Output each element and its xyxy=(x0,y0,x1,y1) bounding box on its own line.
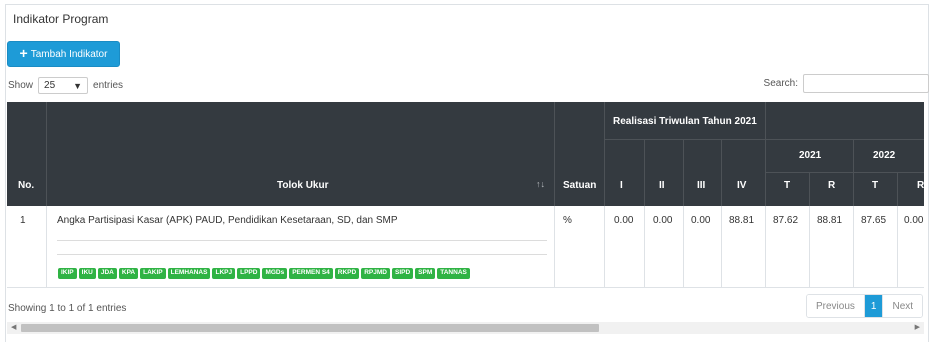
tag-badge: SIPD xyxy=(391,268,414,279)
show-label: Show xyxy=(8,80,34,91)
chevron-down-icon: ▼ xyxy=(73,80,83,91)
card-title: Indikator Program xyxy=(13,12,109,26)
tag-badge: LEMHANAS xyxy=(167,268,211,279)
header-year-2022: 2022 xyxy=(873,150,896,161)
tag-badge: LKPJ xyxy=(212,268,236,279)
header-r-2021[interactable]: R xyxy=(828,180,835,191)
search-label: Search: xyxy=(763,78,798,89)
tag-badge: RKPD xyxy=(334,268,360,279)
tag-badge: KPA xyxy=(118,268,139,279)
tag-badge: PERMEN S4 xyxy=(289,268,333,279)
table-row: 1 Angka Partisipasi Kasar (APK) PAUD, Pe… xyxy=(7,206,924,288)
horizontal-scrollbar[interactable]: ◀ ▶ xyxy=(7,322,924,334)
cell-t-2022: 87.65 xyxy=(861,215,887,226)
header-t-2021[interactable]: T xyxy=(784,180,790,191)
cell-tolok-ukur: Angka Partisipasi Kasar (APK) PAUD, Pend… xyxy=(57,215,398,226)
header-satuan[interactable]: Satuan xyxy=(563,180,596,191)
header-t-2022[interactable]: T xyxy=(872,180,878,191)
tag-badge: TANNAS xyxy=(437,268,470,279)
page-length-select[interactable]: 25 ▼ xyxy=(38,77,89,94)
scrollbar-thumb[interactable] xyxy=(21,324,599,332)
next-button[interactable]: Next xyxy=(882,295,923,317)
cell-q2: 0.00 xyxy=(653,215,673,226)
table-header: No. Tolok Ukur ↑↓ Satuan Realisasi Triwu… xyxy=(7,102,924,206)
tag-badge: IKIP xyxy=(58,268,77,279)
tag-badge: SPM xyxy=(415,268,436,279)
cell-q3: 0.00 xyxy=(691,215,711,226)
plus-icon: + xyxy=(19,45,28,61)
tag-badge: LAKIP xyxy=(140,268,166,279)
header-tolok-ukur[interactable]: Tolok Ukur xyxy=(277,180,328,191)
tag-badge: MGDs xyxy=(262,268,288,279)
cell-r-2021: 88.81 xyxy=(817,215,843,226)
search-control: Search: xyxy=(764,74,929,93)
scroll-right-icon[interactable]: ▶ xyxy=(915,322,920,334)
sort-icon[interactable]: ↑↓ xyxy=(536,179,545,189)
entries-label: entries xyxy=(93,80,124,91)
previous-button[interactable]: Previous xyxy=(807,295,865,317)
header-year-2021: 2021 xyxy=(799,150,822,161)
tag-badge: RPJMD xyxy=(361,268,390,279)
table-info: Showing 1 to 1 of 1 entries xyxy=(8,303,127,314)
tag-badge: IKU xyxy=(78,268,96,279)
add-indikator-label: Tambah Indikator xyxy=(30,48,108,60)
tag-badge: JDA xyxy=(97,268,117,279)
tag-list: IKIP IKU JDA KPA LAKIP LEMHANAS LKPJ LPPD MGDs PE… xyxy=(58,268,470,279)
page-1-button[interactable]: 1 xyxy=(864,295,883,317)
tag-badge: LPPD xyxy=(237,268,261,279)
cell-t-2021: 87.62 xyxy=(773,215,799,226)
header-r-2022[interactable]: R xyxy=(917,180,924,191)
cell-q1: 0.00 xyxy=(614,215,634,226)
header-q1[interactable]: I xyxy=(620,180,623,191)
cell-r-2022: 0.00 xyxy=(904,215,924,226)
cell-satuan: % xyxy=(563,215,572,226)
header-realisasi: Realisasi Triwulan Tahun 2021 xyxy=(613,116,757,127)
header-q3[interactable]: III xyxy=(697,180,705,191)
cell-q4: 88.81 xyxy=(729,215,755,226)
header-no[interactable]: No. xyxy=(18,180,34,191)
header-q2[interactable]: II xyxy=(659,180,665,191)
page-length-value: 25 xyxy=(44,80,56,91)
scroll-left-icon[interactable]: ◀ xyxy=(11,322,16,334)
search-input[interactable] xyxy=(803,74,929,93)
page-length-control: Show 25 ▼ entries xyxy=(8,77,123,94)
add-indikator-button[interactable]: + Tambah Indikator xyxy=(7,41,120,67)
header-q4[interactable]: IV xyxy=(737,180,746,191)
cell-no: 1 xyxy=(20,215,26,226)
pagination: Previous 1 Next xyxy=(806,294,924,318)
